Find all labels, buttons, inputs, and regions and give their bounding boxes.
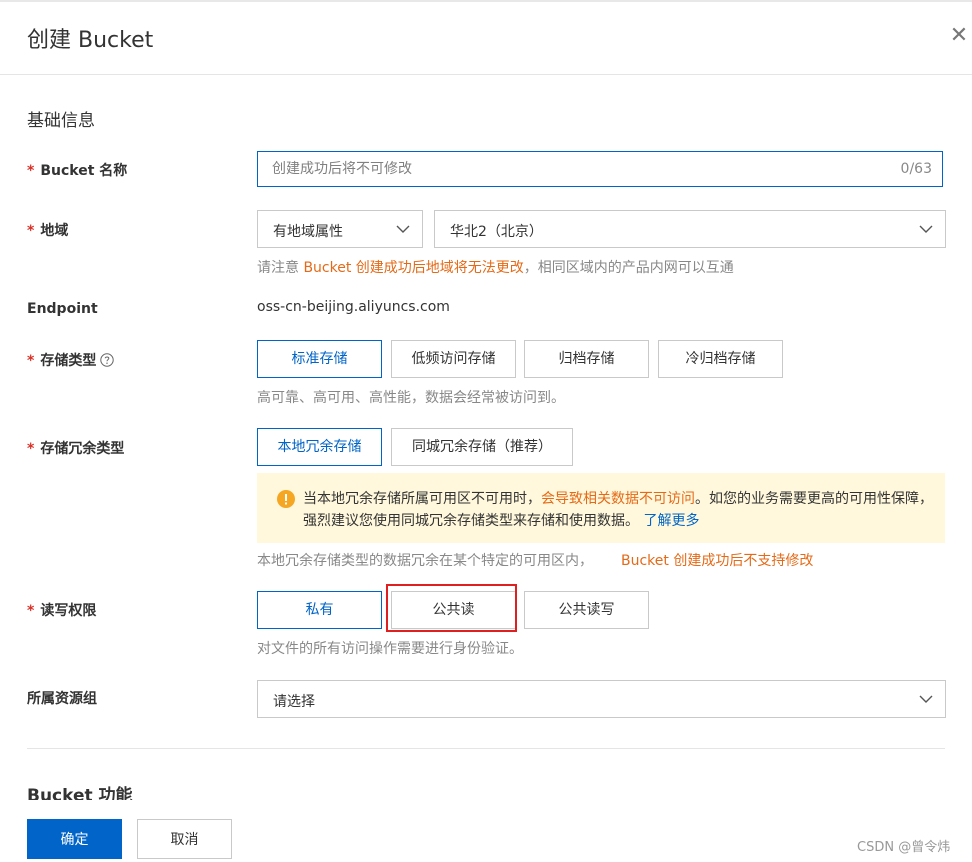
notice-text: 当本地冗余存储所属可用区不可用时，会导致相关数据不可访问。如您的业务需要更高的可… [303, 491, 933, 529]
redundancy-hint-highlight: Bucket 创建成功后不支持修改 [621, 553, 814, 569]
acl-hint: 对文件的所有访问操作需要进行身份验证。 [257, 641, 523, 657]
acl-option-public-read-write[interactable]: 公共读写 [524, 591, 649, 629]
resource-group-label: 所属资源组 [27, 691, 97, 707]
redundancy-option-lrs[interactable]: 本地冗余存储 [257, 428, 382, 466]
resource-group-placeholder: 请选择 [273, 694, 315, 710]
required-mark: * [27, 353, 35, 369]
required-mark: * [27, 223, 35, 239]
region-hint: 请注意 Bucket 创建成功后地域将无法更改，相同区域内的产品内网可以互通 [257, 260, 734, 276]
char-counter: 0/63 [900, 161, 932, 177]
region-value: 华北2（北京） [450, 224, 543, 240]
required-mark: * [27, 163, 35, 179]
question-circle-icon[interactable] [100, 353, 115, 367]
endpoint-label: Endpoint [27, 301, 98, 317]
acl-option-public-read[interactable]: 公共读 [391, 591, 516, 629]
cancel-button[interactable]: 取消 [137, 819, 232, 859]
close-icon[interactable]: ✕ [946, 22, 972, 50]
region-select[interactable]: 华北2（北京） [434, 210, 946, 248]
region-hint-highlight: Bucket 创建成功后地域将无法更改 [303, 260, 524, 276]
bucket-name-field[interactable]: 0/63 [257, 151, 943, 187]
endpoint-value: oss-cn-beijing.aliyuncs.com [257, 299, 450, 315]
chevron-down-icon [919, 225, 933, 233]
region-attribute-select[interactable]: 有地域属性 [257, 210, 423, 248]
resource-group-select[interactable]: 请选择 [257, 680, 946, 718]
bucket-name-label: * Bucket 名称 [27, 163, 128, 179]
storage-class-hint: 高可靠、高可用、高性能，数据会经常被访问到。 [257, 390, 565, 406]
chevron-down-icon [919, 695, 933, 703]
watermark: CSDN @曾令炜 [857, 840, 951, 855]
notice-highlight: 会导致相关数据不可访问 [541, 491, 695, 507]
dialog-header: 创建 Bucket ✕ [0, 0, 972, 75]
required-mark: * [27, 603, 35, 619]
confirm-button[interactable]: 确定 [27, 819, 122, 859]
redundancy-label: * 存储冗余类型 [27, 441, 125, 457]
redundancy-option-zrs[interactable]: 同城冗余存储（推荐） [391, 428, 573, 466]
learn-more-link[interactable]: 了解更多 [643, 513, 699, 529]
required-mark: * [27, 441, 35, 457]
storage-option-ia[interactable]: 低频访问存储 [391, 340, 516, 378]
section-bucket-features: Bucket 功能 [27, 786, 133, 801]
storage-option-cold-archive[interactable]: 冷归档存储 [658, 340, 783, 378]
redundancy-notice: 当本地冗余存储所属可用区不可用时，会导致相关数据不可访问。如您的业务需要更高的可… [257, 473, 945, 543]
region-label: * 地域 [27, 223, 69, 239]
section-basic-info: 基础信息 [27, 111, 95, 131]
dialog-title: 创建 Bucket [27, 28, 154, 53]
acl-label: * 读写权限 [27, 603, 97, 619]
storage-class-label: * 存储类型 [27, 350, 115, 370]
bucket-name-input[interactable] [258, 152, 906, 186]
storage-option-standard[interactable]: 标准存储 [257, 340, 382, 378]
section-divider [27, 748, 945, 749]
dialog-footer: 确定 取消 CSDN @曾令炜 [0, 800, 972, 862]
redundancy-hint: 本地冗余存储类型的数据冗余在某个特定的可用区内， [257, 553, 593, 569]
warning-icon [277, 490, 295, 508]
storage-option-archive[interactable]: 归档存储 [524, 340, 649, 378]
chevron-down-icon [396, 225, 410, 233]
region-attribute-value: 有地域属性 [273, 224, 343, 240]
acl-option-private[interactable]: 私有 [257, 591, 382, 629]
